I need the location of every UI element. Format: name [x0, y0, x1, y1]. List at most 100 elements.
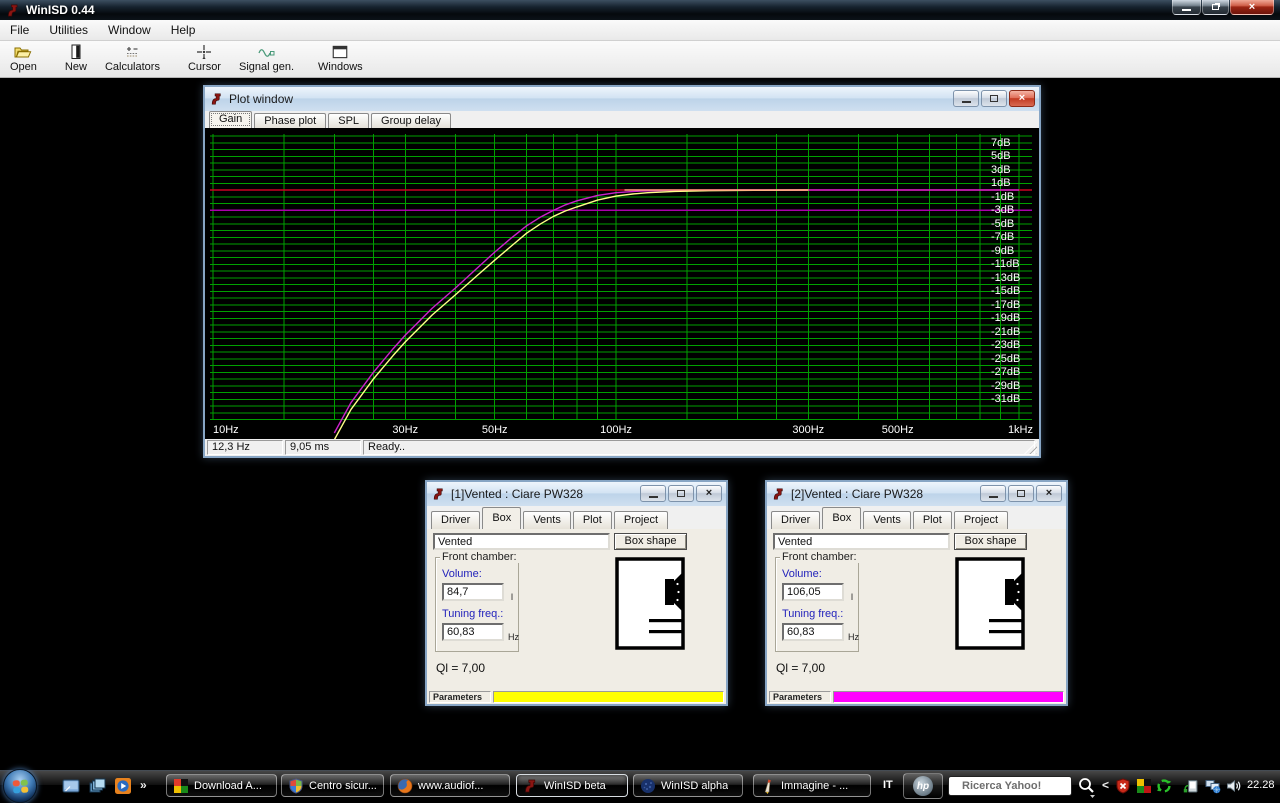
maximize-button[interactable]: [668, 485, 694, 502]
updater-icon[interactable]: [1156, 778, 1172, 794]
cursor-time-readout: 9,05 ms: [285, 440, 361, 455]
box-type-field[interactable]: Vented: [773, 533, 950, 550]
tab-driver[interactable]: Driver: [771, 511, 820, 529]
taskbar-button-winisd-beta[interactable]: WinISD beta: [516, 774, 628, 797]
search-magnifier-icon[interactable]: [1077, 776, 1097, 798]
minimize-button[interactable]: [1172, 0, 1201, 15]
tuning-freq-input[interactable]: 60,83: [442, 623, 504, 641]
taskbar-button-immagine[interactable]: Immagine - ...: [753, 774, 871, 797]
mdi-area: Plot window × GainPhase plotSPLGroup del…: [0, 78, 1280, 770]
yahoo-search-input[interactable]: Ricerca Yahoo!: [948, 776, 1072, 796]
close-button[interactable]: ×: [696, 485, 722, 502]
toolbar-windows-button[interactable]: Windows: [318, 41, 363, 73]
main-window-titlebar[interactable]: WinISD 0.44 ×: [0, 0, 1280, 20]
taskbar-button-www-audiof[interactable]: www.audiof...: [390, 774, 510, 797]
maximize-button[interactable]: [981, 90, 1007, 107]
tab-project[interactable]: Project: [614, 511, 668, 529]
show-desktop-icon[interactable]: [62, 777, 80, 795]
tab-vents[interactable]: Vents: [523, 511, 571, 529]
tab-box[interactable]: Box: [482, 507, 521, 529]
media-player-icon[interactable]: [114, 777, 132, 795]
menu-item-window[interactable]: Window: [98, 21, 161, 39]
start-button[interactable]: [3, 769, 37, 803]
tab-plot[interactable]: Plot: [913, 511, 952, 529]
status-message: Ready..: [363, 440, 1035, 455]
menu-item-utilities[interactable]: Utilities: [39, 21, 98, 39]
db-axis-label: 1dB: [991, 177, 1037, 189]
project-window-titlebar[interactable]: [2]Vented : Ciare PW328 ×: [767, 482, 1066, 506]
plot-window-titlebar[interactable]: Plot window ×: [205, 87, 1039, 111]
download-tray-icon[interactable]: [1136, 778, 1152, 794]
volume-label: Volume:: [782, 568, 822, 580]
taskbar-button-centro-sicur[interactable]: Centro sicur...: [281, 774, 384, 797]
security-shield-icon: [288, 778, 304, 794]
close-button[interactable]: ×: [1009, 90, 1035, 107]
taskbar-button-label: WinISD alpha: [661, 780, 728, 792]
frequency-axis-label: 100Hz: [591, 424, 641, 436]
tab-vents[interactable]: Vents: [863, 511, 911, 529]
minimize-button[interactable]: [980, 485, 1006, 502]
db-axis-label: -29dB: [991, 380, 1037, 392]
plot-tab-strip: GainPhase plotSPLGroup delay: [209, 111, 1039, 128]
minimize-button[interactable]: [953, 90, 979, 107]
menu-item-file[interactable]: File: [0, 21, 39, 39]
volume-input[interactable]: 106,05: [782, 583, 844, 601]
tab-spl[interactable]: SPL: [328, 113, 369, 128]
tab-project[interactable]: Project: [954, 511, 1008, 529]
cursor-crosshair-icon: [195, 44, 213, 60]
tab-plot[interactable]: Plot: [573, 511, 612, 529]
toolbar-signal-gen-button[interactable]: Signal gen.: [239, 41, 294, 73]
toolbar-open-button[interactable]: Open: [10, 41, 37, 73]
tuning-freq-input[interactable]: 60,83: [782, 623, 844, 641]
hp-logo-icon: hp: [913, 776, 933, 796]
restore-button[interactable]: [1202, 0, 1229, 15]
db-axis-label: -9dB: [991, 245, 1037, 257]
tab-gain[interactable]: Gain: [209, 111, 252, 128]
menu-item-help[interactable]: Help: [161, 21, 206, 39]
maximize-button[interactable]: [1008, 485, 1034, 502]
winisd-icon: [210, 92, 224, 106]
taskbar-clock[interactable]: 22.28: [1247, 779, 1275, 791]
volume-unit: l: [511, 592, 513, 602]
image-viewer-icon: [760, 778, 776, 794]
quick-launch-overflow-chevron[interactable]: »: [140, 778, 147, 792]
toolbar-calculators-button[interactable]: Calculators: [105, 41, 160, 73]
db-axis-label: -3dB: [991, 204, 1037, 216]
tray-collapse-chevron[interactable]: <: [1102, 778, 1109, 792]
taskbar-button-winisd-alpha[interactable]: WinISD alpha: [633, 774, 743, 797]
security-alert-icon[interactable]: [1115, 778, 1131, 794]
project-window-1: [1]Vented : Ciare PW328 × DriverBoxVents…: [425, 480, 728, 706]
tab-box[interactable]: Box: [822, 507, 861, 529]
db-axis-label: -25dB: [991, 353, 1037, 365]
minimize-button[interactable]: [640, 485, 666, 502]
tuning-freq-label: Tuning freq.:: [442, 608, 503, 620]
tab-driver[interactable]: Driver: [431, 511, 480, 529]
toolbar-cursor-button[interactable]: Cursor: [188, 41, 221, 73]
box-shape-button[interactable]: Box shape: [954, 533, 1027, 550]
network-icon[interactable]: [1205, 778, 1221, 794]
project-window-title: [2]Vented : Ciare PW328: [791, 487, 923, 501]
project-window-titlebar[interactable]: [1]Vented : Ciare PW328 ×: [427, 482, 726, 506]
taskbar-button-download-a[interactable]: Download A...: [166, 774, 277, 797]
tab-phase-plot[interactable]: Phase plot: [254, 113, 326, 128]
volume-icon[interactable]: [1226, 778, 1242, 794]
close-button[interactable]: ×: [1036, 485, 1062, 502]
box-type-field[interactable]: Vented: [433, 533, 610, 550]
language-indicator[interactable]: IT: [883, 779, 893, 791]
toolbar-new-button[interactable]: New: [65, 41, 87, 73]
box-shape-button[interactable]: Box shape: [614, 533, 687, 550]
volume-input[interactable]: 84,7: [442, 583, 504, 601]
toolbar: Open New Calculators Cursor Signal gen. Windo…: [0, 41, 1280, 78]
hp-button[interactable]: hp: [903, 773, 943, 799]
tab-group-delay[interactable]: Group delay: [371, 113, 451, 128]
tuning-freq-label: Tuning freq.:: [782, 608, 843, 620]
tuning-freq-unit: Hz: [848, 632, 859, 642]
calculators-icon: [123, 44, 141, 60]
menu-bar: FileUtilitiesWindowHelp: [0, 20, 1280, 41]
close-button[interactable]: ×: [1230, 0, 1274, 15]
usb-device-icon[interactable]: [1183, 778, 1199, 794]
flip3d-icon[interactable]: [88, 777, 106, 795]
db-axis-label: 5dB: [991, 150, 1037, 162]
db-axis-label: -27dB: [991, 366, 1037, 378]
toolbar-label: New: [65, 61, 87, 73]
